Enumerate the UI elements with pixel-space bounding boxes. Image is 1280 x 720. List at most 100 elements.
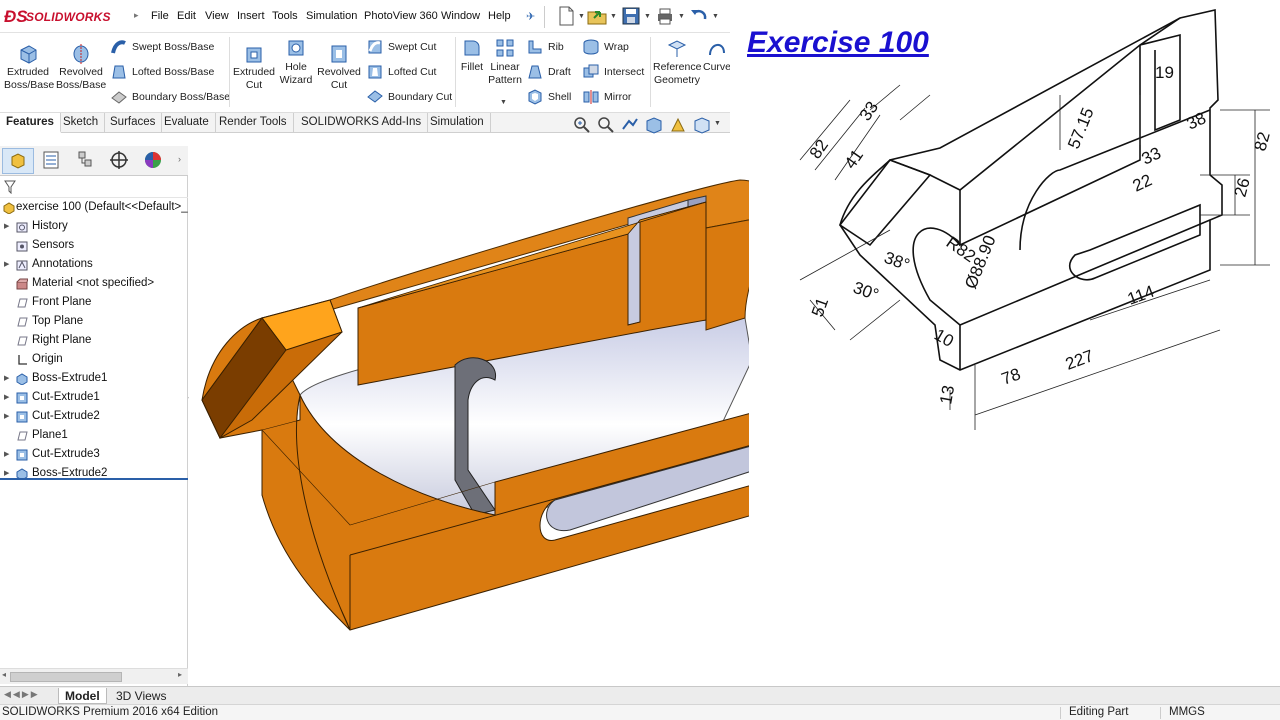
lofted-cut-button[interactable]: Lofted Cut (366, 62, 436, 82)
wrap-label: Wrap (604, 41, 629, 53)
revolved-boss-button[interactable]: Revolved Boss/Base (56, 42, 106, 92)
view-orientation-dropdown-icon[interactable]: ▼ (714, 120, 721, 127)
expand-arrow-icon[interactable]: ▶ (4, 388, 9, 407)
zoom-area-icon[interactable] (596, 115, 616, 135)
undo-dropdown-icon[interactable]: ▼ (712, 13, 719, 20)
engineering-drawing: 82 33 41 19 57.15 38 33 22 82 26 R82 38°… (799, 9, 1274, 430)
extrude-feature-icon (16, 373, 28, 385)
new-dropdown-icon[interactable]: ▼ (578, 13, 585, 20)
print-dropdown-icon[interactable]: ▼ (678, 13, 685, 20)
boundary-cut-icon (367, 90, 383, 103)
property-manager-tab[interactable] (36, 148, 68, 174)
tab-scroll-arrows-icon[interactable]: ◀◀▶▶ (4, 689, 40, 700)
expand-arrow-icon[interactable]: ▶ (4, 255, 9, 274)
menu-window[interactable]: Window (441, 10, 480, 22)
logo-arrow-icon[interactable]: ▸ (134, 10, 139, 21)
unit-system-selector[interactable]: MMGS (1169, 705, 1205, 720)
linear-pattern-dropdown-icon[interactable]: ▼ (500, 99, 507, 106)
display-manager-tab[interactable] (138, 148, 170, 174)
dynamic-annotation-icon[interactable] (668, 115, 688, 135)
scroll-right-icon[interactable]: ▸ (178, 670, 182, 679)
menu-photoview[interactable]: PhotoView 360 (364, 10, 438, 22)
previous-view-icon[interactable] (620, 115, 640, 135)
expand-arrow-icon[interactable]: ▶ (4, 445, 9, 464)
scroll-left-icon[interactable]: ◂ (2, 670, 6, 679)
mirror-button[interactable]: Mirror (582, 87, 631, 107)
save-icon[interactable] (620, 4, 642, 28)
expand-arrow-icon[interactable]: ▶ (4, 217, 9, 236)
tab-render-tools[interactable]: Render Tools (213, 113, 294, 133)
swept-cut-label: Swept Cut (388, 41, 437, 53)
horizontal-scrollbar[interactable]: ◂ ▸ (0, 668, 188, 684)
tab-3d-views[interactable]: 3D Views (110, 688, 172, 704)
open-dropdown-icon[interactable]: ▼ (610, 13, 617, 20)
tab-surfaces[interactable]: Surfaces (104, 113, 163, 133)
menu-simulation[interactable]: Simulation (306, 10, 357, 22)
tree-item-label: Annotations (32, 258, 93, 270)
menu-bar: ƉS SOLIDWORKS ▸ File Edit View Insert To… (0, 0, 730, 33)
zoom-to-fit-icon[interactable] (572, 115, 592, 135)
curves-button[interactable]: Curves (703, 37, 730, 74)
lofted-cut-label: Lofted Cut (388, 66, 437, 78)
extruded-cut-button[interactable]: Extruded Cut (232, 42, 276, 92)
menu-help[interactable]: Help (488, 10, 511, 22)
new-document-icon[interactable] (555, 4, 577, 28)
revolved-cut-button[interactable]: Revolved Cut (316, 42, 362, 92)
dim-38-angle: 38° (882, 248, 913, 275)
expand-arrow-icon[interactable]: ▶ (4, 407, 9, 426)
swept-cut-icon (368, 40, 382, 54)
configuration-manager-tab[interactable] (70, 148, 102, 174)
wrap-button[interactable]: Wrap (582, 37, 629, 57)
tab-model[interactable]: Model (58, 688, 107, 704)
extruded-boss-label: Extruded Boss/Base (4, 66, 55, 91)
view-orientation-icon[interactable] (692, 115, 712, 135)
pin-icon[interactable]: ✈ (526, 10, 535, 23)
undo-icon[interactable] (688, 4, 710, 28)
intersect-button[interactable]: Intersect (582, 62, 644, 82)
menu-tools[interactable]: Tools (272, 10, 298, 22)
swept-boss-button[interactable]: Swept Boss/Base (110, 37, 214, 57)
tab-simulation[interactable]: Simulation (424, 113, 491, 133)
feature-manager-panel: › exercise 100 (Default<<Default>_ ▶ Hist… (0, 146, 188, 686)
menu-file[interactable]: File (151, 10, 169, 22)
reference-geometry-button[interactable]: Reference Geometry (653, 37, 701, 87)
tab-sketch[interactable]: Sketch (57, 113, 106, 133)
open-icon[interactable] (586, 4, 608, 28)
solidworks-logo[interactable]: ƉS SOLIDWORKS (4, 6, 130, 28)
tab-evaluate[interactable]: Evaluate (158, 113, 216, 133)
extruded-boss-button[interactable]: Extruded Boss/Base (4, 42, 55, 92)
fillet-button[interactable]: Fillet (458, 37, 486, 74)
scrollbar-thumb[interactable] (10, 672, 122, 682)
panel-tabs-more-icon[interactable]: › (178, 154, 181, 164)
lofted-boss-button[interactable]: Lofted Boss/Base (110, 62, 214, 82)
draft-button[interactable]: Draft (526, 62, 571, 82)
menu-insert[interactable]: Insert (237, 10, 265, 22)
shell-button[interactable]: Shell (526, 87, 571, 107)
history-folder-icon (16, 222, 28, 233)
rollback-bar[interactable] (0, 478, 188, 480)
section-view-icon[interactable] (644, 115, 664, 135)
dimxpert-manager-tab[interactable] (104, 148, 136, 174)
plane-icon (17, 298, 28, 308)
hole-wizard-button[interactable]: Hole Wizard (278, 37, 314, 87)
rib-button[interactable]: Rib (526, 37, 564, 57)
tree-filter[interactable] (0, 176, 188, 198)
tree-item-label: Boss-Extrude2 (32, 467, 108, 479)
print-icon[interactable] (654, 4, 676, 28)
expand-arrow-icon[interactable]: ▶ (4, 464, 9, 483)
feature-manager-tab[interactable] (2, 148, 34, 174)
tab-addins[interactable]: SOLIDWORKS Add-Ins (295, 113, 429, 133)
appearance-sphere-icon (145, 152, 161, 168)
part-model[interactable] (189, 134, 749, 686)
swept-cut-button[interactable]: Swept Cut (366, 37, 436, 57)
boundary-cut-button[interactable]: Boundary Cut (366, 87, 452, 107)
expand-arrow-icon[interactable]: ▶ (4, 369, 9, 388)
linear-pattern-button[interactable]: Linear Pattern (488, 37, 522, 87)
menu-view[interactable]: View (205, 10, 229, 22)
graphics-area[interactable] (189, 134, 749, 686)
boundary-boss-button[interactable]: Boundary Boss/Base (110, 87, 230, 107)
tab-features[interactable]: Features (0, 113, 61, 133)
revolved-cut-icon (331, 45, 347, 63)
menu-edit[interactable]: Edit (177, 10, 196, 22)
save-dropdown-icon[interactable]: ▼ (644, 13, 651, 20)
